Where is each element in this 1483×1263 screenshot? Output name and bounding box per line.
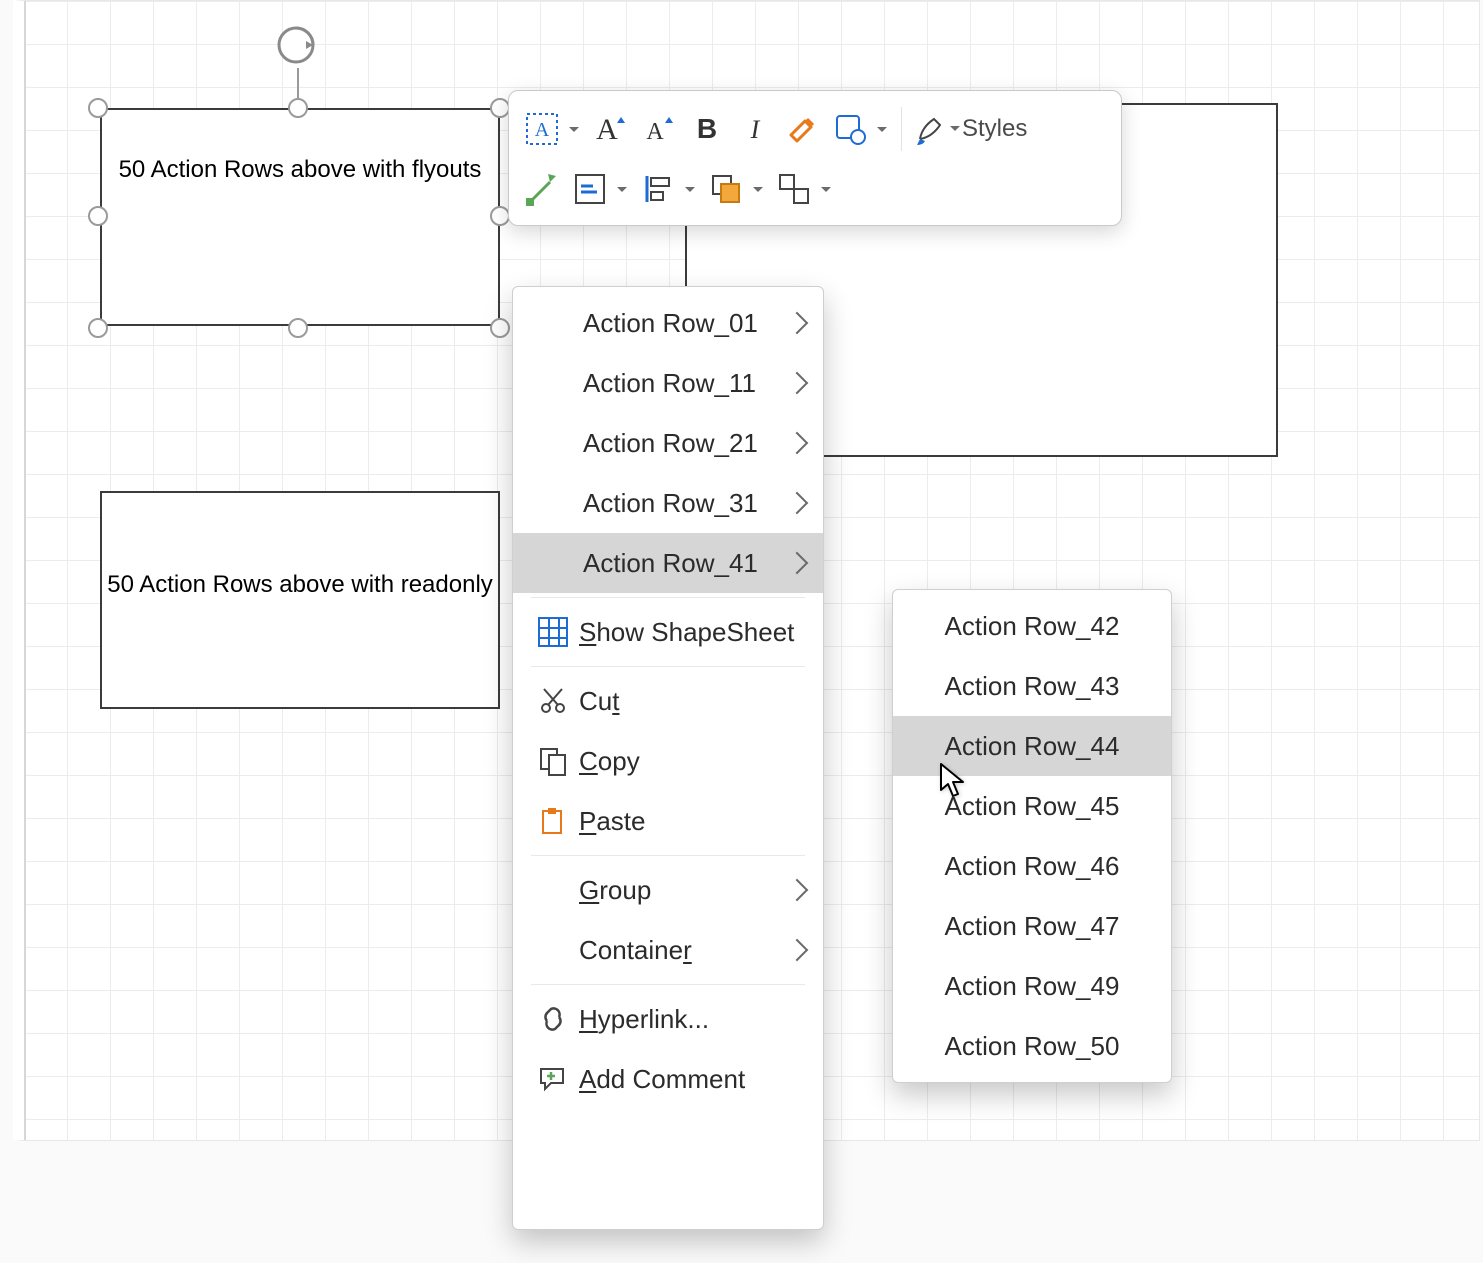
shape-readonly[interactable]: 50 Action Rows above with readonly xyxy=(100,491,500,709)
bold-button[interactable]: B xyxy=(683,105,731,153)
mini-toolbar: A A A B I Styles xyxy=(508,90,1122,226)
menu-group[interactable]: Group xyxy=(513,860,823,920)
context-submenu: Action Row_42Action Row_43Action Row_44A… xyxy=(892,589,1172,1083)
rotate-handle-icon[interactable] xyxy=(273,22,319,68)
format-painter-icon[interactable] xyxy=(779,105,827,153)
comment-icon xyxy=(531,1057,575,1101)
align-shapes-button[interactable] xyxy=(635,165,703,213)
mouse-cursor-icon xyxy=(938,762,966,800)
submenu-action-row[interactable]: Action Row_47 xyxy=(893,896,1171,956)
edit-text-button[interactable]: A xyxy=(519,105,587,153)
resize-handle-se[interactable] xyxy=(490,318,510,338)
submenu-action-row[interactable]: Action Row_46 xyxy=(893,836,1171,896)
decrease-font-icon[interactable]: A xyxy=(635,105,683,153)
context-menu: Action Row_01Action Row_11Action Row_21A… xyxy=(512,286,824,1230)
styles-button[interactable]: Styles xyxy=(908,105,1037,153)
menu-copy[interactable]: Copy xyxy=(513,731,823,791)
resize-handle-nw[interactable] xyxy=(88,98,108,118)
styles-paintbrush-icon xyxy=(908,105,956,153)
menu-action-row[interactable]: Action Row_11 xyxy=(513,353,823,413)
resize-handle-sw[interactable] xyxy=(88,318,108,338)
submenu-action-row[interactable]: Action Row_45 xyxy=(893,776,1171,836)
paste-icon xyxy=(531,799,575,843)
shapesheet-icon xyxy=(531,610,575,654)
bring-front-button[interactable] xyxy=(703,165,771,213)
svg-text:A: A xyxy=(596,113,618,146)
menu-action-row[interactable]: Action Row_01 xyxy=(513,293,823,353)
italic-button[interactable]: I xyxy=(731,105,779,153)
submenu-action-row[interactable]: Action Row_49 xyxy=(893,956,1171,1016)
menu-action-row[interactable]: Action Row_41 xyxy=(513,533,823,593)
submenu-action-row[interactable]: Action Row_50 xyxy=(893,1016,1171,1076)
shape-text: 50 Action Rows above with flyouts xyxy=(119,154,482,186)
resize-handle-n[interactable] xyxy=(288,98,308,118)
styles-label: Styles xyxy=(962,115,1027,143)
svg-text:B: B xyxy=(697,113,717,144)
align-text-button[interactable] xyxy=(567,165,635,213)
menu-show-shapesheet[interactable]: Show ShapeSheet xyxy=(513,602,823,662)
submenu-action-row[interactable]: Action Row_44 xyxy=(893,716,1171,776)
menu-action-row[interactable]: Action Row_31 xyxy=(513,473,823,533)
increase-font-icon[interactable]: A xyxy=(587,105,635,153)
menu-hyperlink[interactable]: Hyperlink... xyxy=(513,989,823,1049)
menu-add-comment[interactable]: Add Comment xyxy=(513,1049,823,1109)
cut-icon xyxy=(531,679,575,723)
shape-fill-button[interactable] xyxy=(827,105,895,153)
shape-text: 50 Action Rows above with readonly xyxy=(107,569,493,601)
menu-paste[interactable]: Paste xyxy=(513,791,823,851)
menu-container[interactable]: Container xyxy=(513,920,823,980)
hyperlink-icon xyxy=(531,997,575,1041)
svg-text:A: A xyxy=(535,119,550,141)
submenu-action-row[interactable]: Action Row_43 xyxy=(893,656,1171,716)
resize-handle-w[interactable] xyxy=(88,206,108,226)
resize-handle-s[interactable] xyxy=(288,318,308,338)
svg-text:A: A xyxy=(646,119,664,145)
menu-action-row[interactable]: Action Row_21 xyxy=(513,413,823,473)
shape-selected[interactable]: 50 Action Rows above with flyouts xyxy=(100,108,500,326)
connector-tool-icon[interactable] xyxy=(519,165,567,213)
resize-handle-e[interactable] xyxy=(490,206,510,226)
submenu-action-row[interactable]: Action Row_42 xyxy=(893,596,1171,656)
copy-icon xyxy=(531,739,575,783)
svg-text:I: I xyxy=(750,115,761,144)
group-button[interactable] xyxy=(771,165,839,213)
resize-handle-ne[interactable] xyxy=(490,98,510,118)
menu-cut[interactable]: Cut xyxy=(513,671,823,731)
